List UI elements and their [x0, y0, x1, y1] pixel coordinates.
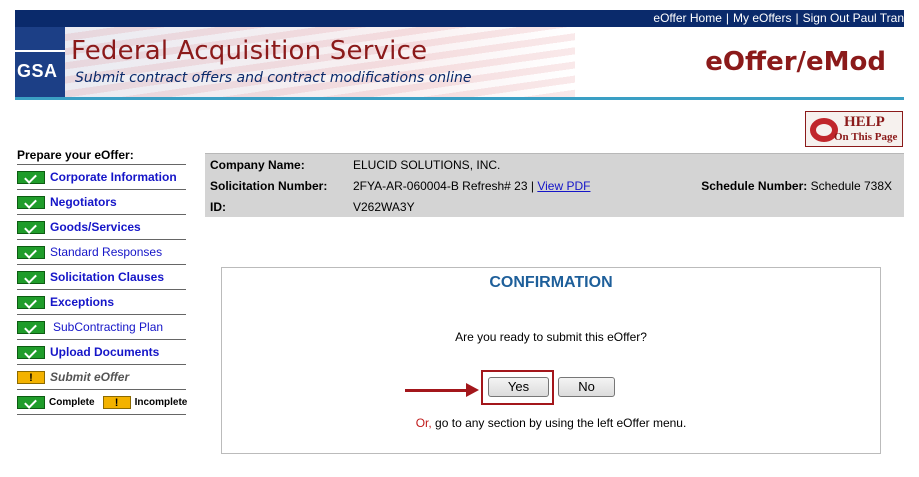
menu-item-label[interactable]: Exceptions [50, 295, 114, 309]
product-name: eOffer/eMod [705, 47, 886, 77]
check-icon [17, 195, 45, 209]
menu-item-upload-documents[interactable]: Upload Documents [17, 340, 186, 365]
nav-separator: | [795, 11, 799, 25]
header-divider [15, 97, 904, 100]
check-icon [17, 245, 45, 259]
confirmation-panel: CONFIRMATION Are you ready to submit thi… [221, 267, 881, 454]
menu-item-label[interactable]: Corporate Information [50, 170, 177, 184]
confirmation-question: Are you ready to submit this eOffer? [455, 330, 647, 344]
help-label: HELP [844, 114, 885, 130]
help-sublabel: On This Page [834, 131, 898, 143]
menu-item-submit-eoffer: ! Submit eOffer [17, 365, 186, 390]
company-name-row: Company Name: ELUCID SOLUTIONS, INC. [210, 155, 500, 175]
legend-incomplete-label: Incomplete [134, 396, 188, 408]
warning-icon: ! [17, 370, 45, 384]
menu-item-corporate-information[interactable]: Corporate Information [17, 165, 186, 190]
menu-item-label[interactable]: SubContracting Plan [53, 320, 163, 334]
no-button[interactable]: No [558, 377, 615, 397]
arrow-head-icon [466, 383, 479, 397]
schedule-row: Schedule Number: Schedule 738X [701, 176, 892, 196]
header-banner: GSA Federal Acquisition Service Submit c… [15, 27, 904, 97]
nav-sign-out[interactable]: Sign Out Paul Tran [803, 11, 904, 25]
arrow-icon [405, 389, 467, 392]
warning-icon: ! [102, 395, 131, 409]
solicitation-row: Solicitation Number: 2FYA-AR-060004-B Re… [210, 176, 590, 196]
or-text: Or, [415, 416, 432, 430]
check-icon [17, 170, 45, 184]
nav-eoffer-home[interactable]: eOffer Home [653, 11, 721, 25]
check-icon [17, 345, 45, 359]
company-info-panel: Company Name: ELUCID SOLUTIONS, INC. Sol… [205, 153, 904, 217]
check-icon [17, 270, 45, 284]
top-nav: eOffer Home | My eOffers | Sign Out Paul Tra… [15, 10, 904, 27]
menu-item-subcontracting-plan[interactable]: SubContracting Plan [17, 315, 186, 340]
check-icon [17, 220, 45, 234]
page: eOffer Home | My eOffers | Sign Out Paul Tra… [0, 0, 919, 477]
check-icon [17, 395, 45, 409]
menu-item-label: Submit eOffer [50, 370, 130, 384]
menu-item-label[interactable]: Solicitation Clauses [50, 270, 164, 284]
solicitation-label: Solicitation Number: [210, 179, 328, 193]
menu-item-label[interactable]: Goods/Services [50, 220, 141, 234]
menu-item-label[interactable]: Standard Responses [50, 245, 162, 259]
company-name-value: ELUCID SOLUTIONS, INC. [353, 158, 501, 172]
menu-item-goods-services[interactable]: Goods/Services [17, 215, 186, 240]
help-button[interactable]: HELP On This Page [805, 111, 903, 147]
menu-item-standard-responses[interactable]: Standard Responses [17, 240, 186, 265]
confirmation-hint: Or, go to any section by using the left … [222, 416, 880, 430]
menu-item-negotiators[interactable]: Negotiators [17, 190, 186, 215]
menu-item-label[interactable]: Negotiators [50, 195, 117, 209]
company-name-label: Company Name: [210, 158, 305, 172]
id-label: ID: [210, 200, 226, 214]
solicitation-value: 2FYA-AR-060004-B Refresh# 23 | View PDF [353, 176, 590, 196]
site-title: Federal Acquisition Service [71, 36, 428, 66]
status-legend: Complete ! Incomplete [17, 390, 188, 415]
menu-heading: Prepare your eOffer: [17, 148, 186, 165]
logo-stripe [15, 50, 65, 52]
nav-separator: | [725, 11, 730, 25]
gsa-logo-text: GSA [17, 61, 58, 81]
legend-complete-label: Complete [49, 396, 95, 408]
check-icon [17, 320, 45, 334]
id-row: ID: V262WA3Y [210, 197, 415, 217]
menu-item-solicitation-clauses[interactable]: Solicitation Clauses [17, 265, 186, 290]
yes-button[interactable]: Yes [488, 377, 549, 397]
nav-my-eoffers[interactable]: My eOffers [733, 11, 791, 25]
gsa-logo[interactable]: GSA [15, 27, 65, 97]
site-subtitle: Submit contract offers and contract modi… [75, 70, 472, 86]
view-pdf-link[interactable]: View PDF [537, 179, 590, 193]
id-value: V262WA3Y [353, 200, 415, 214]
hint-text: go to any section by using the left eOff… [435, 416, 687, 430]
check-icon [17, 295, 45, 309]
schedule-label: Schedule Number: [701, 179, 808, 193]
menu-item-label[interactable]: Upload Documents [50, 345, 159, 359]
confirmation-title: CONFIRMATION [489, 274, 613, 291]
menu-item-exceptions[interactable]: Exceptions [17, 290, 186, 315]
eoffer-menu: Prepare your eOffer: Corporate Informati… [17, 148, 188, 415]
solicitation-number: 2FYA-AR-060004-B Refresh# 23 | [353, 179, 534, 193]
schedule-value: Schedule 738X [810, 179, 892, 193]
